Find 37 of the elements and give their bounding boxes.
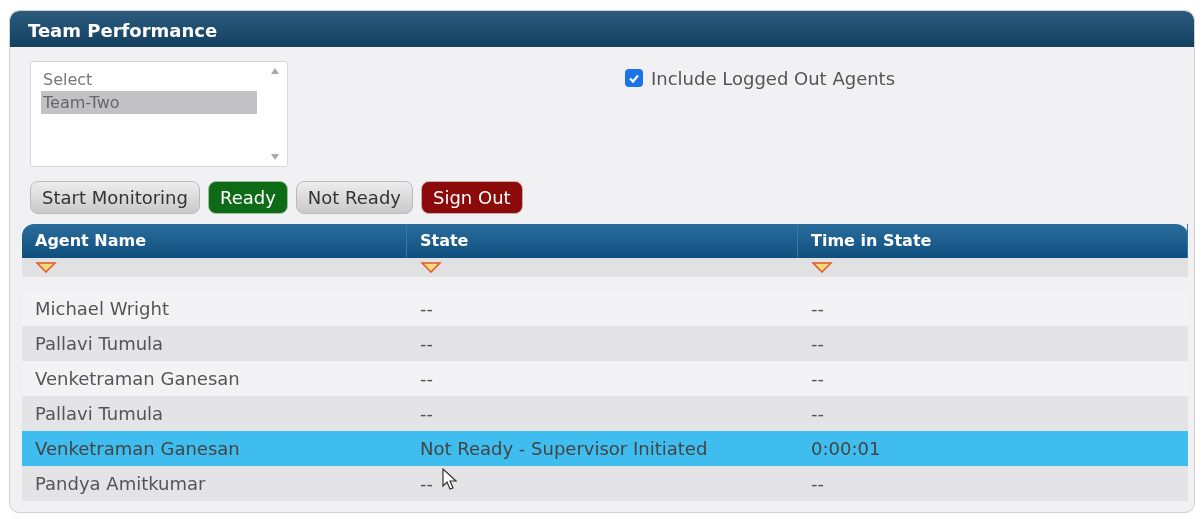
table-cell: -- — [420, 403, 433, 424]
table-cell: -- — [811, 298, 824, 319]
table-row[interactable]: Pallavi Tumula -- -- — [22, 396, 1188, 431]
table-cell: Venketraman Ganesan — [35, 438, 240, 459]
table-cell: -- — [420, 333, 433, 354]
table-cell: -- — [811, 403, 824, 424]
scroll-down-icon[interactable] — [271, 154, 279, 160]
action-button[interactable]: Ready — [207, 181, 288, 214]
scroll-up-icon[interactable] — [271, 68, 279, 74]
action-button[interactable]: Sign Out — [421, 181, 523, 214]
table-cell: -- — [811, 368, 824, 389]
filter-icon[interactable] — [420, 261, 442, 273]
panel-title: Team Performance — [10, 11, 1194, 47]
checkbox[interactable] — [625, 69, 643, 87]
filter-icon[interactable] — [35, 261, 57, 273]
table-cell: Pallavi Tumula — [35, 403, 164, 424]
checkbox-label: Include Logged Out Agents — [651, 67, 896, 91]
table-cell: Venketraman Ganesan — [35, 368, 240, 389]
table-cell: 0:00:01 — [811, 438, 881, 459]
table-cell: Pallavi Tumula — [35, 333, 164, 354]
table-row[interactable]: Pandya Amitkumar -- -- — [22, 466, 1188, 501]
table-cell: -- — [420, 368, 433, 389]
table-row[interactable]: Venketraman Ganesan Not Ready - Supervisor Initiated 0:00:01 — [22, 431, 1188, 466]
action-button[interactable]: Not Ready — [295, 181, 413, 214]
action-button[interactable]: Start Monitoring — [30, 181, 200, 214]
team-list[interactable]: Select Team-Two — [30, 61, 288, 167]
table-cell: -- — [420, 298, 433, 319]
cursor-icon — [442, 468, 458, 490]
table-cell: -- — [420, 473, 433, 494]
table-cell: Pandya Amitkumar — [35, 473, 206, 494]
table-cell: -- — [811, 333, 824, 354]
table-row[interactable]: Pallavi Tumula -- -- — [22, 326, 1188, 361]
filter-icon[interactable] — [811, 261, 833, 273]
table-cell: Michael Wright — [35, 298, 169, 319]
table-cell: Not Ready - Supervisor Initiated — [420, 438, 708, 459]
list-option[interactable]: Select — [41, 68, 257, 91]
table-cell: -- — [811, 473, 824, 494]
